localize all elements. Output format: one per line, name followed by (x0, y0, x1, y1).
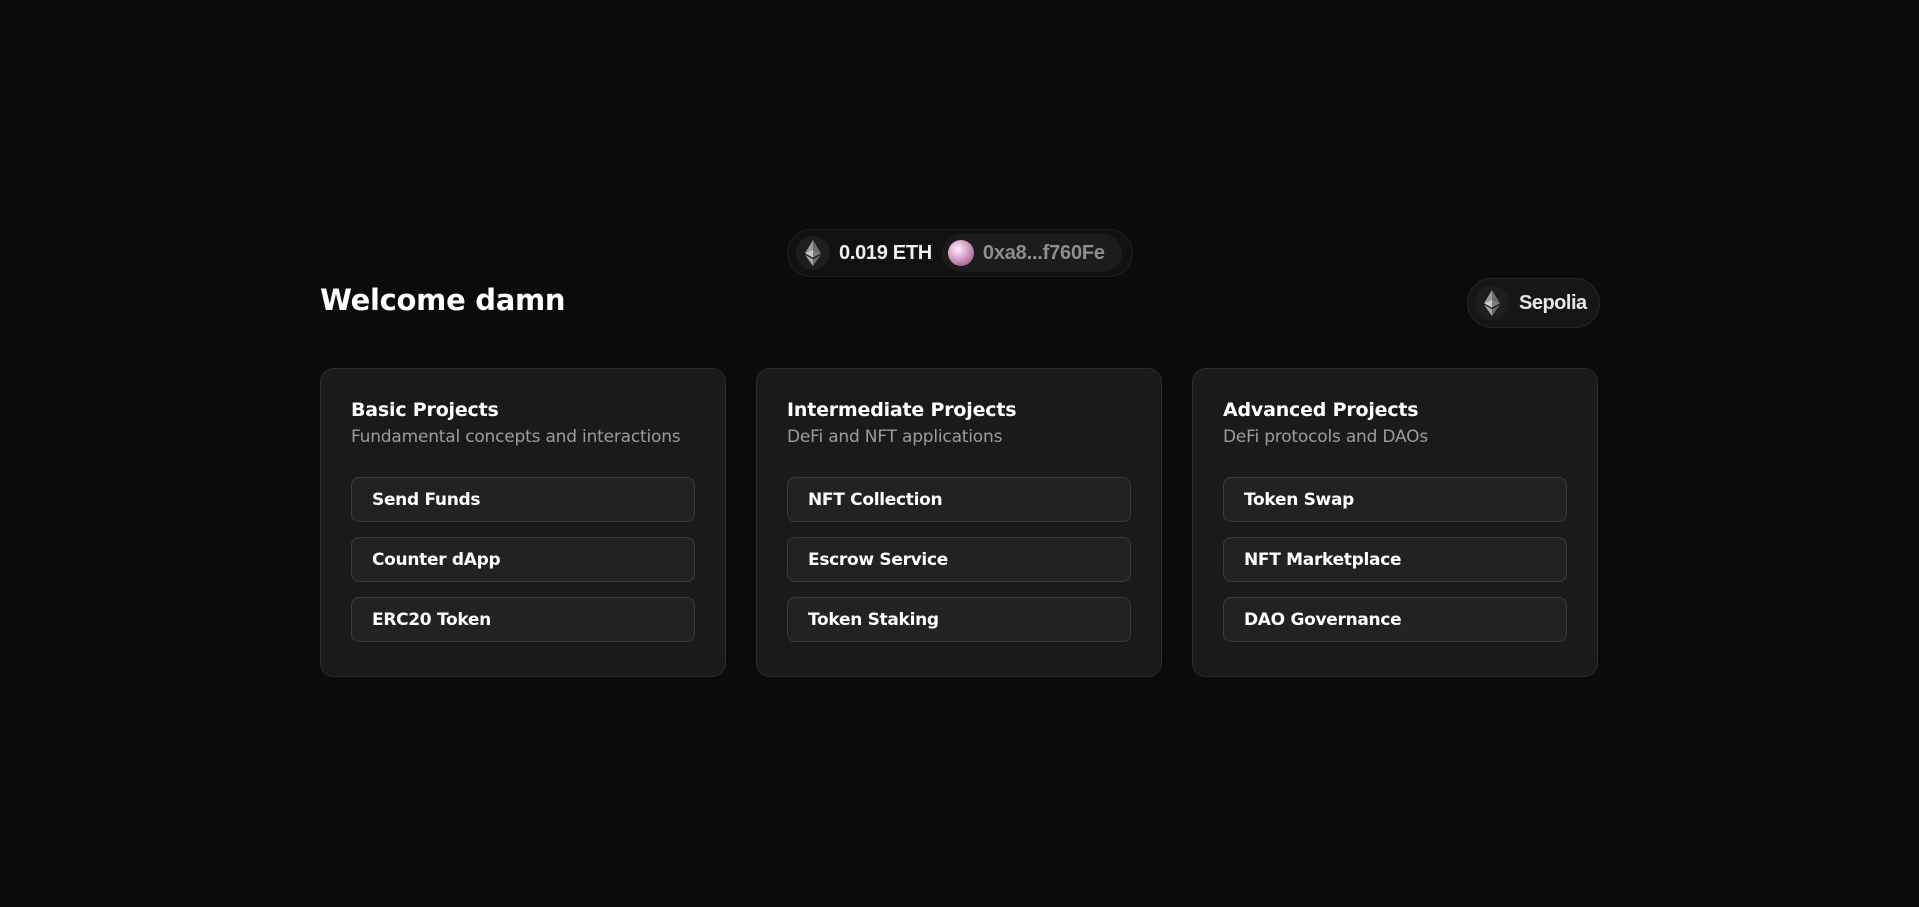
card-basic-projects: Basic Projects Fundamental concepts and … (320, 368, 726, 677)
card-advanced-projects: Advanced Projects DeFi protocols and DAO… (1192, 368, 1598, 677)
project-cards: Basic Projects Fundamental concepts and … (320, 368, 1600, 677)
escrow-service-button[interactable]: Escrow Service (787, 537, 1131, 582)
erc20-token-button[interactable]: ERC20 Token (351, 597, 695, 642)
send-funds-button[interactable]: Send Funds (351, 477, 695, 522)
nft-collection-button[interactable]: NFT Collection (787, 477, 1131, 522)
card-description: DeFi protocols and DAOs (1223, 427, 1428, 447)
card-intermediate-projects: Intermediate Projects DeFi and NFT appli… (756, 368, 1162, 677)
token-swap-button[interactable]: Token Swap (1223, 477, 1567, 522)
wallet-balance[interactable]: 0.019 ETH (839, 242, 932, 265)
card-title: Basic Projects (351, 399, 499, 421)
account-avatar (947, 240, 974, 266)
card-button-list: Token Swap NFT Marketplace DAO Governanc… (1223, 477, 1567, 642)
card-description: Fundamental concepts and interactions (351, 427, 681, 447)
card-button-list: Send Funds Counter dApp ERC20 Token (351, 477, 695, 642)
card-description: DeFi and NFT applications (787, 427, 1003, 447)
account-address-button[interactable]: 0xa8...f760Fe (941, 234, 1122, 272)
network-selector-button[interactable]: Sepolia (1467, 278, 1600, 328)
dao-governance-button[interactable]: DAO Governance (1223, 597, 1567, 642)
ethereum-icon (796, 236, 830, 270)
network-label: Sepolia (1519, 291, 1587, 314)
ethereum-icon (1475, 286, 1509, 320)
card-title: Advanced Projects (1223, 399, 1419, 421)
wallet-connect-pill[interactable]: 0.019 ETH 0xa8...f760Fe (787, 229, 1133, 277)
card-title: Intermediate Projects (787, 399, 1017, 421)
page-title: Welcome damn (320, 283, 566, 317)
counter-dapp-button[interactable]: Counter dApp (351, 537, 695, 582)
card-button-list: NFT Collection Escrow Service Token Stak… (787, 477, 1131, 642)
token-staking-button[interactable]: Token Staking (787, 597, 1131, 642)
account-address: 0xa8...f760Fe (982, 241, 1105, 264)
nft-marketplace-button[interactable]: NFT Marketplace (1223, 537, 1567, 582)
